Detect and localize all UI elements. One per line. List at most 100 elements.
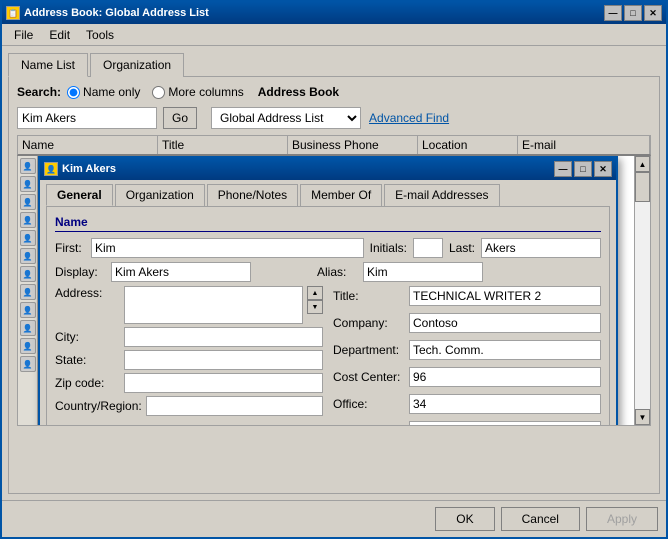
title-label: Title: (333, 289, 403, 303)
header-phone: Business Phone (288, 136, 418, 154)
inner-minimize-button[interactable]: — (554, 161, 572, 177)
address-book-label: Address Book (258, 85, 339, 99)
inner-tab-general[interactable]: General (46, 184, 113, 206)
header-location: Location (418, 136, 518, 154)
addr-scroll-up[interactable]: ▲ (307, 286, 323, 300)
state-label: State: (55, 353, 120, 367)
inner-tab-organization[interactable]: Organization (115, 184, 205, 206)
city-row: City: (55, 327, 323, 347)
side-icon-1: 👤 (20, 158, 36, 174)
advanced-find-link[interactable]: Advanced Find (369, 111, 449, 125)
outer-titlebar: 📋 Address Book: Global Address List — □ … (2, 2, 666, 24)
addr-scroll-down[interactable]: ▼ (307, 300, 323, 314)
company-row: Company: (333, 313, 601, 333)
inner-tab-phone-notes[interactable]: Phone/Notes (207, 184, 298, 206)
list-header: Name Title Business Phone Location E-mai… (17, 135, 651, 156)
city-input[interactable] (124, 327, 323, 347)
radio-more-columns-label: More columns (168, 85, 243, 99)
first-input[interactable] (91, 238, 364, 258)
zip-input[interactable] (124, 373, 323, 393)
phone-label: Phone: (333, 424, 403, 426)
radio-name-only-input[interactable] (67, 86, 80, 99)
inner-close-button[interactable]: ✕ (594, 161, 612, 177)
state-row: State: (55, 350, 323, 370)
address-input[interactable] (124, 286, 303, 324)
ok-button[interactable]: OK (435, 507, 494, 531)
apply-button[interactable]: Apply (586, 507, 658, 531)
menu-tools[interactable]: Tools (78, 26, 122, 44)
title-input[interactable] (409, 286, 601, 306)
list-scrollbar: ▲ ▼ (634, 156, 650, 425)
outer-close-button[interactable]: ✕ (644, 5, 662, 21)
scroll-up-button[interactable]: ▲ (635, 156, 650, 172)
zip-label: Zip code: (55, 376, 120, 390)
list-area: 👤 👤 👤 👤 👤 👤 👤 👤 👤 👤 👤 👤 (17, 156, 651, 426)
alias-label: Alias: (317, 265, 357, 279)
radio-more-columns-input[interactable] (152, 86, 165, 99)
department-label: Department: (333, 343, 403, 357)
cost-center-input[interactable] (409, 367, 601, 387)
side-icon-10: 👤 (20, 320, 36, 336)
side-icon-2: 👤 (20, 176, 36, 192)
outer-maximize-button[interactable]: □ (624, 5, 642, 21)
radio-more-columns[interactable]: More columns (152, 85, 243, 99)
main-content: Name List Organization Search: Name only… (2, 46, 666, 500)
address-book-dropdown[interactable]: Global Address List (211, 107, 361, 129)
menu-edit[interactable]: Edit (41, 26, 78, 44)
outer-bottom-buttons: OK Cancel Apply (2, 500, 666, 537)
side-icon-4: 👤 (20, 212, 36, 228)
display-input[interactable] (111, 262, 251, 282)
menubar: File Edit Tools (2, 24, 666, 46)
outer-title-text: Address Book: Global Address List (24, 7, 604, 19)
header-name: Name (18, 136, 158, 154)
radio-name-only[interactable]: Name only (67, 85, 140, 99)
first-last-row: First: Initials: Last: (55, 238, 601, 258)
state-input[interactable] (124, 350, 323, 370)
side-icon-3: 👤 (20, 194, 36, 210)
scrollbar-thumb[interactable] (635, 172, 650, 202)
side-icon-5: 👤 (20, 230, 36, 246)
inner-tabs: General Organization Phone/Notes Member … (40, 180, 616, 206)
initials-label: Initials: (370, 241, 407, 255)
inner-maximize-button[interactable]: □ (574, 161, 592, 177)
side-icons: 👤 👤 👤 👤 👤 👤 👤 👤 👤 👤 👤 👤 (18, 156, 38, 425)
first-label: First: (55, 241, 85, 255)
cancel-button[interactable]: Cancel (501, 507, 580, 531)
display-row: Display: Alias: (55, 262, 601, 282)
side-icon-11: 👤 (20, 338, 36, 354)
inner-tab-email-addresses[interactable]: E-mail Addresses (384, 184, 499, 206)
search-area: Search: Name only More columns Address B… (17, 85, 651, 99)
radio-group: Name only More columns (67, 85, 244, 99)
header-email: E-mail (518, 136, 650, 154)
search-label: Search: (17, 85, 61, 99)
cost-center-label: Cost Center: (333, 370, 403, 384)
inner-tab-member-of[interactable]: Member Of (300, 184, 382, 206)
phone-row: Phone: (333, 421, 601, 426)
address-label: Address: (55, 286, 120, 300)
inner-form: Name First: Initials: Last: Disp (46, 206, 610, 426)
initials-input[interactable] (413, 238, 443, 258)
title-row: Title: (333, 286, 601, 306)
last-input[interactable] (481, 238, 601, 258)
go-button[interactable]: Go (163, 107, 197, 129)
inner-window: 👤 Kim Akers — □ ✕ General Organization P… (38, 156, 618, 426)
outer-minimize-button[interactable]: — (604, 5, 622, 21)
side-icon-12: 👤 (20, 356, 36, 372)
tab-organization[interactable]: Organization (90, 53, 184, 77)
scrollbar-track (635, 172, 650, 409)
menu-file[interactable]: File (6, 26, 41, 44)
office-input[interactable] (409, 394, 601, 414)
zip-row: Zip code: (55, 373, 323, 393)
company-input[interactable] (409, 313, 601, 333)
alias-input[interactable] (363, 262, 483, 282)
tab-name-list[interactable]: Name List (8, 53, 88, 77)
inner-title-text: Kim Akers (62, 163, 554, 175)
side-icon-7: 👤 (20, 266, 36, 282)
department-input[interactable] (409, 340, 601, 360)
country-input[interactable] (146, 396, 323, 416)
search-input[interactable] (17, 107, 157, 129)
country-label: Country/Region: (55, 399, 142, 413)
scroll-down-button[interactable]: ▼ (635, 409, 650, 425)
phone-input[interactable] (409, 421, 601, 426)
header-title: Title (158, 136, 288, 154)
